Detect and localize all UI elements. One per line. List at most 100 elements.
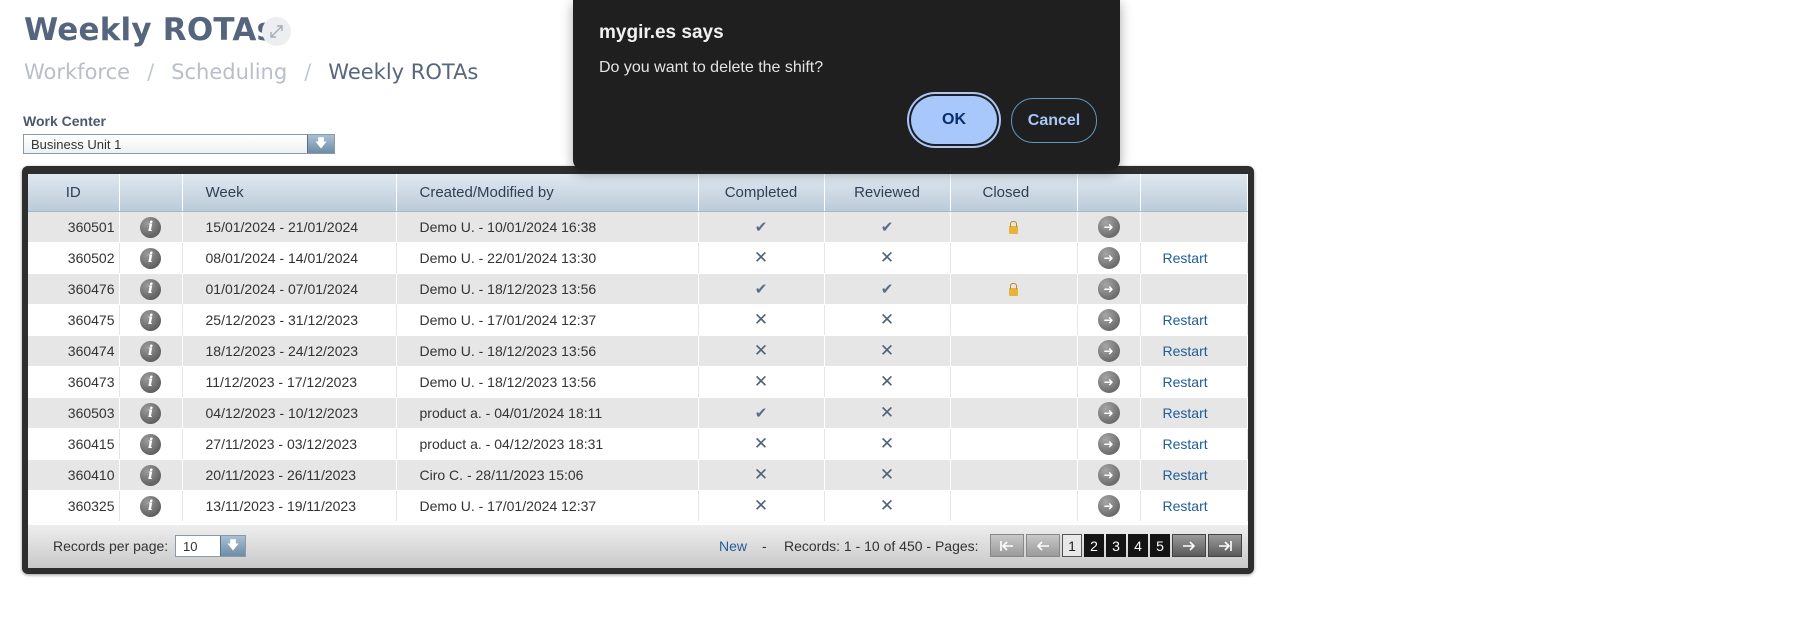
- go-arrow-icon[interactable]: ➜: [1097, 433, 1120, 455]
- cell-completed: ✕: [698, 428, 825, 460]
- next-page-icon[interactable]: [1172, 534, 1206, 557]
- dialog-title: mygir.es says: [599, 22, 724, 43]
- go-arrow-icon[interactable]: ➜: [1097, 402, 1120, 424]
- table-row[interactable]: 360503 i 04/12/2023 - 10/12/2023 product a.…: [28, 397, 1248, 429]
- expand-icon[interactable]: [262, 17, 291, 46]
- restart-link[interactable]: Restart: [1163, 467, 1208, 483]
- rota-grid: ID Week Created/Modified by Completed Re…: [22, 166, 1254, 574]
- cell-created: Demo U. - 18/12/2023 13:56: [396, 366, 699, 398]
- go-arrow-icon[interactable]: ➜: [1097, 495, 1120, 517]
- page-button-3[interactable]: 3: [1106, 534, 1126, 557]
- go-arrow-icon[interactable]: ➜: [1097, 371, 1120, 393]
- work-center-label: Work Center: [23, 113, 106, 129]
- first-page-icon[interactable]: [990, 534, 1024, 557]
- col-header-closed[interactable]: Closed: [950, 174, 1078, 212]
- cancel-button[interactable]: Cancel: [1011, 98, 1097, 143]
- restart-link[interactable]: Restart: [1163, 405, 1208, 421]
- info-icon[interactable]: i: [140, 340, 161, 362]
- page-button-2[interactable]: 2: [1084, 534, 1104, 557]
- col-header-id[interactable]: ID: [28, 174, 120, 212]
- go-arrow-icon[interactable]: ➜: [1097, 278, 1120, 300]
- go-arrow-icon[interactable]: ➜: [1097, 464, 1120, 486]
- last-page-icon[interactable]: [1208, 534, 1242, 557]
- col-header-created[interactable]: Created/Modified by: [396, 174, 699, 212]
- check-icon: ✔: [880, 281, 894, 298]
- info-icon[interactable]: i: [140, 278, 161, 300]
- col-header-completed[interactable]: Completed: [698, 174, 825, 212]
- cell-action: Restart: [1140, 459, 1248, 491]
- cell-info: i: [119, 459, 183, 491]
- restart-link[interactable]: Restart: [1163, 343, 1208, 359]
- cell-go: ➜: [1077, 304, 1141, 336]
- table-row[interactable]: 360501 i 15/01/2024 - 21/01/2024 Demo U. - …: [28, 211, 1248, 243]
- records-per-page-select[interactable]: 10 🡇: [175, 535, 246, 557]
- page-button-4[interactable]: 4: [1128, 534, 1148, 557]
- go-arrow-icon[interactable]: ➜: [1097, 340, 1120, 362]
- breadcrumb-current: Weekly ROTAs: [328, 60, 479, 84]
- records-per-page-value: 10: [183, 539, 198, 554]
- page-button-1[interactable]: 1: [1062, 534, 1082, 557]
- new-link[interactable]: New: [719, 538, 747, 554]
- go-arrow-icon[interactable]: ➜: [1097, 216, 1120, 238]
- work-center-value: Business Unit 1: [31, 137, 122, 152]
- breadcrumb-scheduling[interactable]: Scheduling: [171, 60, 287, 84]
- page-button-5[interactable]: 5: [1150, 534, 1170, 557]
- info-icon[interactable]: i: [140, 371, 161, 393]
- table-row[interactable]: 360410 i 20/11/2023 - 26/11/2023 Ciro C. - …: [28, 459, 1248, 491]
- cell-created: Demo U. - 18/12/2023 13:56: [396, 335, 699, 367]
- breadcrumb-separator: /: [304, 60, 312, 84]
- info-icon[interactable]: i: [140, 495, 161, 517]
- cell-action: [1140, 273, 1248, 305]
- info-icon[interactable]: i: [140, 309, 161, 331]
- cell-created: Demo U. - 10/01/2024 16:38: [396, 211, 699, 243]
- cell-id: 360410: [28, 459, 120, 491]
- cell-id: 360474: [28, 335, 120, 367]
- col-header-week[interactable]: Week: [182, 174, 397, 212]
- cell-reviewed: ✔: [824, 211, 951, 243]
- info-icon[interactable]: i: [140, 402, 161, 424]
- table-row[interactable]: 360502 i 08/01/2024 - 14/01/2024 Demo U. - …: [28, 242, 1248, 274]
- table-row[interactable]: 360325 i 13/11/2023 - 19/11/2023 Demo U. - …: [28, 490, 1248, 522]
- cell-created: product a. - 04/12/2023 18:31: [396, 428, 699, 460]
- cell-closed: [950, 273, 1078, 305]
- cell-week: 18/12/2023 - 24/12/2023: [182, 335, 397, 367]
- info-icon[interactable]: i: [140, 216, 161, 238]
- restart-link[interactable]: Restart: [1163, 312, 1208, 328]
- lock-icon: [1009, 221, 1018, 235]
- cell-completed: ✕: [698, 242, 825, 274]
- info-icon[interactable]: i: [140, 464, 161, 486]
- cell-week: 08/01/2024 - 14/01/2024: [182, 242, 397, 274]
- col-header-action: [1140, 174, 1248, 212]
- cell-reviewed: ✕: [824, 242, 951, 274]
- col-header-reviewed[interactable]: Reviewed: [824, 174, 951, 212]
- restart-link[interactable]: Restart: [1163, 374, 1208, 390]
- info-icon[interactable]: i: [140, 433, 161, 455]
- cell-created: Demo U. - 22/01/2024 13:30: [396, 242, 699, 274]
- work-center-select[interactable]: Business Unit 1 🡇: [23, 134, 335, 154]
- table-row[interactable]: 360415 i 27/11/2023 - 03/12/2023 product a.…: [28, 428, 1248, 460]
- cell-closed: [950, 459, 1078, 491]
- cell-created: product a. - 04/01/2024 18:11: [396, 397, 699, 429]
- ok-button[interactable]: OK: [911, 96, 997, 144]
- cell-reviewed: ✕: [824, 397, 951, 429]
- go-arrow-icon[interactable]: ➜: [1097, 247, 1120, 269]
- cell-go: ➜: [1077, 490, 1141, 522]
- prev-page-icon[interactable]: [1026, 534, 1060, 557]
- breadcrumb-workforce[interactable]: Workforce: [24, 60, 130, 84]
- restart-link[interactable]: Restart: [1163, 436, 1208, 452]
- cell-action: [1140, 211, 1248, 243]
- info-icon[interactable]: i: [140, 247, 161, 269]
- table-row[interactable]: 360473 i 11/12/2023 - 17/12/2023 Demo U. - …: [28, 366, 1248, 398]
- check-icon: ✔: [754, 219, 768, 236]
- restart-link[interactable]: Restart: [1163, 498, 1208, 514]
- cell-id: 360415: [28, 428, 120, 460]
- restart-link[interactable]: Restart: [1163, 250, 1208, 266]
- table-row[interactable]: 360474 i 18/12/2023 - 24/12/2023 Demo U. - …: [28, 335, 1248, 367]
- cell-week: 20/11/2023 - 26/11/2023: [182, 459, 397, 491]
- rota-grid-inner: ID Week Created/Modified by Completed Re…: [28, 174, 1248, 568]
- table-row[interactable]: 360476 i 01/01/2024 - 07/01/2024 Demo U. - …: [28, 273, 1248, 305]
- dropdown-arrow-icon[interactable]: 🡇: [220, 536, 245, 556]
- dropdown-arrow-icon[interactable]: 🡇: [307, 135, 334, 153]
- table-row[interactable]: 360475 i 25/12/2023 - 31/12/2023 Demo U. - …: [28, 304, 1248, 336]
- go-arrow-icon[interactable]: ➜: [1097, 309, 1120, 331]
